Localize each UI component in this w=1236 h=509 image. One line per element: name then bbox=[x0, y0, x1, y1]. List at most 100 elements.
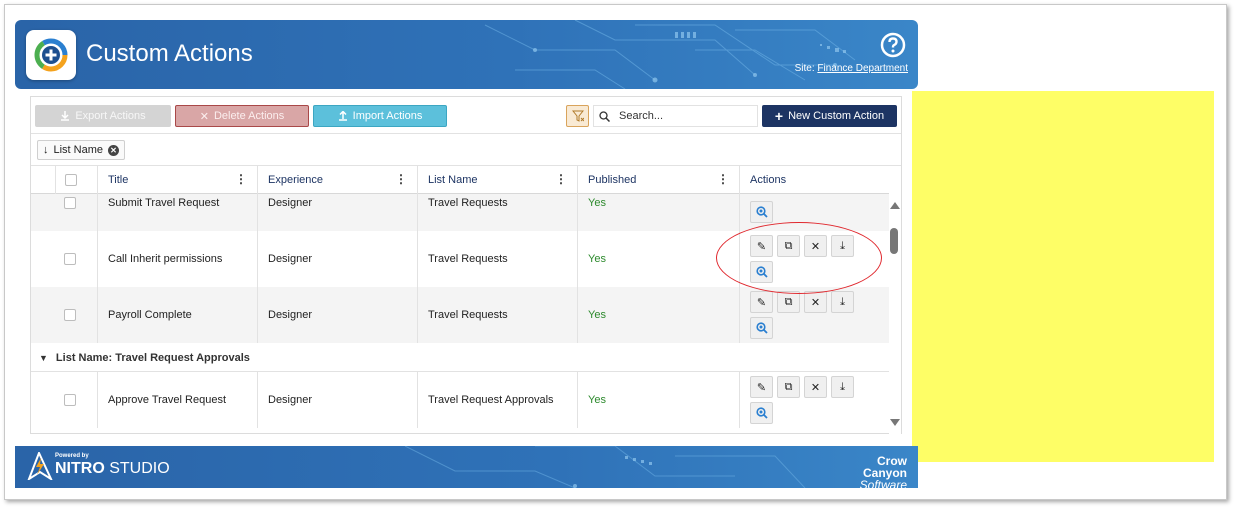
column-menu-icon[interactable]: ⋮ bbox=[395, 172, 407, 186]
column-menu-icon[interactable]: ⋮ bbox=[555, 172, 567, 186]
plus-icon: + bbox=[774, 108, 784, 124]
copy-icon: ⧉ bbox=[784, 295, 793, 308]
site-indicator: Site: Finance Department bbox=[795, 63, 908, 74]
group-header-label: List Name: Travel Request Approvals bbox=[55, 351, 250, 364]
upload-icon bbox=[338, 111, 347, 121]
delete-button[interactable]: ✕ bbox=[804, 291, 827, 313]
close-icon: ✕ bbox=[810, 381, 821, 394]
zoom-icon bbox=[755, 322, 768, 334]
remove-group-icon[interactable]: ✕ bbox=[108, 144, 120, 156]
download-button[interactable]: ⤓ bbox=[831, 291, 854, 313]
nitro-lightning-icon bbox=[27, 452, 53, 480]
download-icon: ⤓ bbox=[840, 380, 845, 393]
row-actions: ✎ ⧉ ✕ ⤓ bbox=[739, 287, 889, 343]
custom-actions-icon bbox=[34, 38, 68, 72]
nitro-label: NITRO bbox=[55, 460, 105, 477]
cell-list-name: Travel Requests bbox=[417, 231, 577, 287]
column-header-title[interactable]: Title ⋮ bbox=[97, 166, 257, 194]
filter-off-icon bbox=[571, 110, 584, 122]
column-header-actions: Actions bbox=[739, 166, 889, 194]
cell-title: Call Inherit permissions bbox=[97, 231, 257, 287]
preview-button[interactable] bbox=[750, 402, 773, 424]
column-published-label: Published bbox=[588, 174, 637, 186]
cell-list-name: Travel Requests bbox=[417, 194, 577, 231]
app-header: Custom Actions Site: Finance Department bbox=[15, 20, 918, 89]
copy-button[interactable]: ⧉ bbox=[777, 376, 800, 398]
download-button[interactable]: ⤓ bbox=[831, 376, 854, 398]
site-label: Site: bbox=[794, 63, 815, 74]
edit-button[interactable]: ✎ bbox=[750, 376, 773, 398]
group-header-row[interactable]: ▼ List Name: Travel Request Approvals bbox=[31, 344, 889, 372]
download-icon bbox=[61, 111, 70, 121]
row-select bbox=[55, 287, 85, 343]
site-link[interactable]: Finance Department bbox=[817, 63, 908, 74]
copy-icon: ⧉ bbox=[784, 380, 793, 393]
select-all-checkbox[interactable] bbox=[65, 174, 77, 186]
delete-button[interactable]: ✕ bbox=[804, 376, 827, 398]
row-select bbox=[55, 372, 85, 428]
search-input[interactable] bbox=[619, 110, 749, 122]
column-header-published[interactable]: Published ⋮ bbox=[577, 166, 739, 194]
new-custom-action-label: New Custom Action bbox=[788, 110, 885, 122]
import-actions-button[interactable]: Import Actions bbox=[313, 105, 447, 127]
preview-button[interactable] bbox=[750, 201, 773, 223]
column-title-label: Title bbox=[108, 174, 129, 186]
column-header-list-name[interactable]: List Name ⋮ bbox=[417, 166, 577, 194]
toolbar: Export Actions ✕ Delete Actions Import A… bbox=[31, 97, 901, 134]
row-checkbox[interactable] bbox=[64, 253, 76, 265]
vertical-scrollbar[interactable] bbox=[889, 194, 901, 434]
search-box bbox=[593, 105, 758, 127]
grouping-bar: ↓ List Name ✕ bbox=[31, 135, 901, 166]
app-logo bbox=[26, 30, 76, 80]
pencil-icon: ✎ bbox=[756, 381, 767, 394]
app-footer: Powered by NITRO STUDIO Crow Canyon Soft… bbox=[15, 446, 918, 488]
scroll-down-icon[interactable] bbox=[890, 419, 900, 426]
cell-experience: Designer bbox=[257, 231, 417, 287]
download-icon: ⤓ bbox=[840, 295, 845, 308]
brand-bottom-label: Software bbox=[859, 478, 907, 488]
column-list-name-label: List Name bbox=[428, 174, 478, 186]
column-header-experience[interactable]: Experience ⋮ bbox=[257, 166, 417, 194]
cell-experience: Designer bbox=[257, 287, 417, 343]
powered-by-label: Powered by bbox=[55, 453, 89, 459]
row-checkbox[interactable] bbox=[64, 309, 76, 321]
row-select bbox=[55, 194, 85, 231]
cell-published: Yes bbox=[577, 372, 739, 428]
header-select-all bbox=[55, 166, 85, 194]
table-row[interactable]: Payroll Complete Designer Travel Request… bbox=[31, 287, 889, 343]
column-experience-label: Experience bbox=[268, 174, 324, 186]
highlight-area bbox=[912, 91, 1214, 462]
brand-top-label: Crow Canyon bbox=[862, 454, 907, 480]
close-icon: ✕ bbox=[199, 110, 209, 123]
table-row[interactable]: Approve Travel Request Designer Travel R… bbox=[31, 372, 889, 428]
cell-title: Payroll Complete bbox=[97, 287, 257, 343]
row-checkbox[interactable] bbox=[64, 197, 76, 209]
import-actions-label: Import Actions bbox=[352, 110, 423, 122]
crow-canyon-logo: Crow Canyon Software bbox=[835, 455, 907, 488]
copy-button[interactable]: ⧉ bbox=[777, 291, 800, 313]
zoom-icon bbox=[755, 206, 768, 218]
column-menu-icon[interactable]: ⋮ bbox=[717, 172, 729, 186]
new-custom-action-button[interactable]: + New Custom Action bbox=[762, 105, 897, 127]
cell-experience: Designer bbox=[257, 372, 417, 428]
edit-button[interactable]: ✎ bbox=[750, 291, 773, 313]
cell-list-name: Travel Request Approvals bbox=[417, 372, 577, 428]
grid-header: Title ⋮ Experience ⋮ List Name ⋮ Publish… bbox=[31, 166, 889, 194]
cell-published: Yes bbox=[577, 287, 739, 343]
clear-filter-button[interactable] bbox=[566, 105, 589, 127]
group-chip-list-name[interactable]: ↓ List Name ✕ bbox=[37, 140, 126, 160]
column-menu-icon[interactable]: ⋮ bbox=[235, 172, 247, 186]
help-icon[interactable] bbox=[880, 32, 906, 58]
scroll-up-icon[interactable] bbox=[890, 202, 900, 209]
sort-down-icon: ↓ bbox=[43, 144, 49, 156]
row-checkbox[interactable] bbox=[64, 394, 76, 406]
export-actions-button[interactable]: Export Actions bbox=[35, 105, 171, 127]
delete-actions-button[interactable]: ✕ Delete Actions bbox=[175, 105, 309, 127]
search-icon bbox=[599, 110, 610, 122]
preview-button[interactable] bbox=[750, 317, 773, 339]
collapse-icon[interactable]: ▼ bbox=[39, 353, 48, 363]
cell-published: Yes bbox=[577, 194, 739, 231]
cell-title: Approve Travel Request bbox=[97, 372, 257, 428]
scroll-thumb[interactable] bbox=[890, 228, 898, 254]
export-actions-label: Export Actions bbox=[75, 110, 146, 122]
